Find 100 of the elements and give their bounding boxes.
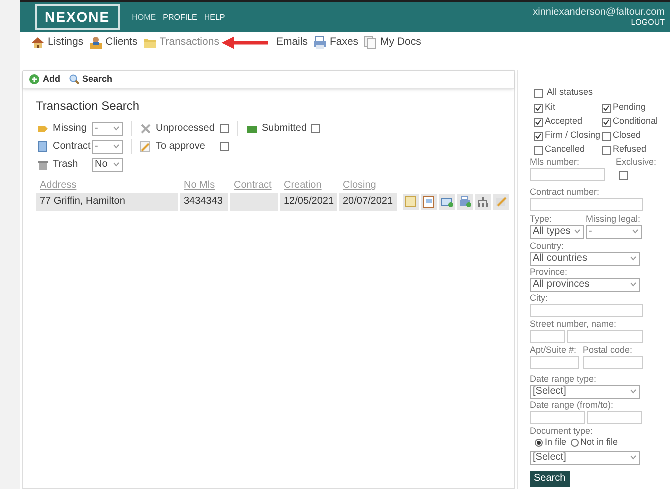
nav-tab[interactable]: Listings <box>31 35 84 51</box>
document-icon[interactable] <box>423 196 435 208</box>
caret-icon <box>630 455 637 460</box>
nav-tab[interactable]: Faxes <box>312 35 359 51</box>
menu-link[interactable]: HELP <box>204 12 226 24</box>
checkbox[interactable] <box>602 132 611 140</box>
table-cell <box>230 193 278 211</box>
checkbox[interactable] <box>602 104 611 112</box>
status-label: Cancelled <box>545 143 586 156</box>
type-select[interactable]: All types <box>530 224 584 238</box>
date-type-select[interactable]: [Select] <box>530 384 640 398</box>
table-cell: 3434343 <box>180 193 228 211</box>
nav-tab[interactable]: Clients <box>88 35 138 51</box>
filter-select[interactable]: No <box>92 158 123 172</box>
caret-icon <box>113 162 120 167</box>
house-icon <box>31 36 45 50</box>
status-label: Closed <box>613 129 642 142</box>
checkbox[interactable] <box>534 104 543 112</box>
trash-icon <box>37 158 49 170</box>
input-field[interactable] <box>587 410 642 424</box>
toolbar-button[interactable]: Search <box>68 72 113 86</box>
filter-label: Trash <box>53 158 80 172</box>
checkbox[interactable] <box>311 124 320 133</box>
filter-select[interactable]: - <box>92 140 123 154</box>
checkbox[interactable] <box>220 142 229 151</box>
menu-link[interactable]: PROFILE <box>163 12 198 24</box>
nav-tab[interactable]: My Docs <box>364 35 422 51</box>
nav-tab[interactable]: Transactions <box>142 35 220 51</box>
field-label: Postal code: <box>583 344 634 356</box>
missing-legal-select[interactable]: - <box>586 224 642 238</box>
menu-link[interactable]: HOME <box>132 12 156 24</box>
search-button[interactable]: Search <box>530 470 570 486</box>
checkbox[interactable] <box>619 171 628 180</box>
section-title: Transaction Search <box>36 98 141 115</box>
toolbar-button[interactable]: Add <box>29 72 60 86</box>
table-cell: 20/07/2021 <box>339 193 397 211</box>
document-select[interactable]: [Select] <box>530 450 640 464</box>
caret-icon <box>113 126 120 131</box>
hierarchy-icon[interactable] <box>477 196 489 208</box>
logout-link[interactable]: LOGOUT <box>631 18 665 28</box>
field-label: Street number, name: <box>530 318 618 330</box>
document-icon <box>37 140 49 152</box>
search-icon <box>68 74 80 85</box>
checkbox[interactable] <box>602 118 611 126</box>
checkbox[interactable] <box>534 118 543 126</box>
status-label: All statuses <box>547 86 594 100</box>
checkbox[interactable] <box>534 146 543 154</box>
status-label: Pending <box>613 101 646 114</box>
field-label: Exclusive: <box>616 157 657 168</box>
caret-icon <box>113 144 120 149</box>
status-label: Conditional <box>613 115 658 128</box>
envelope-icon[interactable] <box>441 196 453 208</box>
radio-option[interactable]: Not in file <box>570 436 618 450</box>
logo[interactable]: NEXONE <box>35 4 120 30</box>
filter-select[interactable]: - <box>92 122 123 136</box>
checkbox[interactable] <box>220 124 229 133</box>
status-label: Firm / Closing <box>545 129 601 142</box>
field-label: Type: <box>530 214 554 224</box>
input-field[interactable] <box>530 198 643 210</box>
status-label: Kit <box>545 101 556 114</box>
field-label: Country: <box>530 240 566 252</box>
field-label: City: <box>530 292 549 304</box>
user-email: xinniexanderson@faltour.com <box>533 6 665 18</box>
checkbox[interactable] <box>534 88 543 98</box>
field-label: Province: <box>530 266 569 278</box>
table-cell: 77 Griffin, Hamilton <box>36 193 178 211</box>
checkbox[interactable] <box>534 132 543 140</box>
field-label: Contract number: <box>530 186 601 198</box>
input-field[interactable] <box>583 356 643 368</box>
person-icon <box>88 36 103 50</box>
nav-tab[interactable]: Emails <box>276 35 308 51</box>
radio-option[interactable]: In file <box>535 436 567 450</box>
country-select[interactable]: All countries <box>530 252 640 266</box>
add-icon <box>29 74 40 85</box>
caret-icon <box>630 256 637 261</box>
field-label: Document type: <box>530 426 594 436</box>
input-field[interactable] <box>530 304 643 316</box>
filter-label: Unprocessed <box>156 122 216 136</box>
input-field[interactable] <box>530 330 565 342</box>
arrow-icon <box>220 34 270 51</box>
close-icon <box>140 122 152 134</box>
input-field[interactable] <box>530 168 605 181</box>
table-cell: 12/05/2021 <box>280 193 337 211</box>
field-label: Missing legal: <box>586 214 642 224</box>
printer-icon[interactable] <box>459 196 471 208</box>
province-select[interactable]: All provinces <box>530 278 640 292</box>
pencil-icon <box>140 140 152 152</box>
input-field[interactable] <box>530 410 585 424</box>
field-label: Mls number: <box>530 157 581 168</box>
documents-icon <box>364 36 378 50</box>
checkbox[interactable] <box>602 146 611 154</box>
field-label: Date range (from/to): <box>530 400 615 410</box>
field-label: Date range type: <box>530 374 598 384</box>
status-label: Accepted <box>545 115 583 128</box>
caret-icon <box>630 282 637 287</box>
filter-label: Submitted <box>262 122 308 136</box>
caret-icon <box>574 229 581 234</box>
printer-icon <box>312 36 327 50</box>
input-field[interactable] <box>567 330 643 342</box>
input-field[interactable] <box>530 356 579 368</box>
